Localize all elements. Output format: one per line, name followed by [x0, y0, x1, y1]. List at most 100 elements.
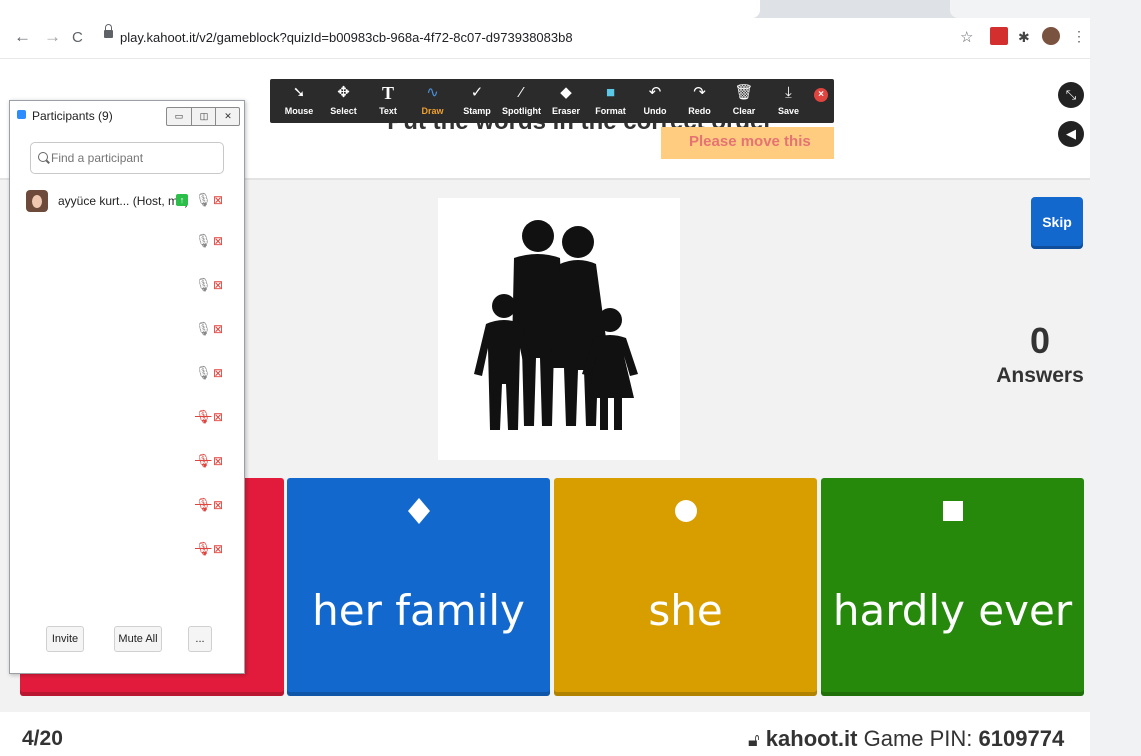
diamond-icon	[404, 496, 434, 526]
forward-icon[interactable]: →	[44, 27, 61, 47]
tool-text[interactable]: T Text	[367, 79, 409, 123]
close-icon[interactable]: ✕	[215, 108, 240, 125]
skip-button[interactable]: Skip	[1031, 197, 1083, 249]
tool-select[interactable]: ✥ Select	[323, 79, 365, 123]
pdf-extension-icon[interactable]	[990, 27, 1008, 45]
move-hint[interactable]: Please move this	[661, 127, 834, 159]
tool-redo[interactable]: ↷ Redo	[679, 79, 721, 123]
eraser-icon: ◆	[560, 84, 572, 101]
popout-icon[interactable]: ◫	[191, 108, 216, 125]
video-off-icon[interactable]: ⊠	[210, 234, 226, 250]
address-bar[interactable]: play.kahoot.it/v2/gameblock?quizId=b0098…	[120, 30, 573, 45]
microphone-muted-icon[interactable]: 🎙︎	[195, 409, 212, 427]
text-t-icon: T	[381, 83, 394, 103]
video-off-icon[interactable]: ⊠	[210, 454, 226, 470]
browser-toolbar: ← → C play.kahoot.it/v2/gameblock?quizId…	[0, 18, 1090, 59]
game-pin-info: 🔓︎ kahoot.it Game PIN: 6109774	[748, 726, 1064, 752]
share-screen-icon: ↑	[176, 194, 188, 206]
video-off-icon[interactable]: ⊠	[210, 498, 226, 514]
minimize-icon[interactable]: ▭	[167, 108, 191, 125]
tool-eraser[interactable]: ◆ Eraser	[545, 79, 587, 123]
tool-clear[interactable]: 🗑︎ Clear	[723, 79, 765, 123]
squiggle-icon: ∿	[426, 84, 439, 101]
participant-row[interactable]: 🎙︎ ⊠	[10, 537, 244, 565]
tool-spotlight[interactable]: ⁄ Spotlight	[501, 79, 543, 123]
answer-card-square[interactable]: hardly ever	[821, 478, 1084, 696]
video-off-icon[interactable]: ⊠	[210, 322, 226, 338]
answer-card-diamond[interactable]: her family	[287, 478, 550, 696]
zoom-icon	[17, 110, 26, 119]
browser-tab[interactable]	[0, 0, 760, 18]
search-icon	[38, 152, 48, 162]
pin-label: Game PIN:	[863, 726, 973, 751]
extensions-puzzle-icon[interactable]: ✱	[1018, 29, 1030, 46]
bookmark-star-icon[interactable]: ☆	[960, 28, 973, 46]
redo-icon: ↷	[693, 84, 706, 101]
undo-icon: ↶	[648, 84, 662, 101]
save-icon: ⤓	[785, 84, 792, 101]
padlock-icon: 🔓︎	[748, 730, 760, 750]
video-off-icon[interactable]: ⊠	[210, 366, 226, 382]
video-off-icon[interactable]: ⊠	[210, 542, 226, 558]
video-off-icon[interactable]: ⊠	[210, 278, 226, 294]
microphone-icon[interactable]: 🎙︎	[195, 321, 212, 339]
participant-name: ayyüce kurt... (Host, me)	[58, 194, 189, 208]
microphone-icon[interactable]: 🎙︎	[195, 365, 212, 383]
participant-row[interactable]: 🎙︎ ⊠	[10, 405, 244, 433]
tool-draw[interactable]: ∿ Draw	[412, 79, 454, 123]
tool-save[interactable]: ⤓ Save	[768, 79, 810, 123]
annotation-toolbar: × ➘ Mouse ✥ Select T Text ∿ Draw ✓ Stamp ⁄ Spotligh…	[270, 79, 834, 123]
move-arrows-icon: ✥	[337, 84, 350, 101]
tool-label: Save	[777, 106, 800, 116]
question-counter: 4/20	[22, 727, 63, 750]
microphone-muted-icon[interactable]: 🎙︎	[195, 497, 212, 515]
tool-undo[interactable]: ↶ Undo	[634, 79, 676, 123]
mute-all-button[interactable]: Mute All	[114, 626, 162, 652]
site-name: kahoot.it	[765, 726, 858, 751]
microphone-icon[interactable]: 🎙︎	[195, 192, 212, 210]
microphone-icon[interactable]: 🎙︎	[195, 233, 212, 251]
reload-icon[interactable]: C	[72, 29, 83, 46]
participant-row[interactable]: 🎙︎ ⊠	[10, 229, 244, 257]
answer-label: her family	[312, 586, 525, 635]
microphone-muted-icon[interactable]: 🎙︎	[195, 541, 212, 559]
profile-avatar[interactable]	[1042, 27, 1060, 45]
fullscreen-icon[interactable]: ⤡	[1058, 82, 1084, 108]
sound-icon[interactable]: ◀	[1058, 121, 1084, 147]
answers-count: 0	[1029, 320, 1051, 361]
more-options-button[interactable]: ...	[188, 626, 212, 652]
tool-stamp[interactable]: ✓ Stamp	[456, 79, 498, 123]
cursor-arrow-icon: ➘	[292, 84, 306, 101]
invite-button[interactable]: Invite	[46, 626, 84, 652]
browser-tab-inactive[interactable]	[950, 0, 1091, 18]
participant-row[interactable]: 🎙︎ ⊠	[10, 273, 244, 301]
circle-icon	[671, 496, 701, 526]
browser-menu-icon[interactable]: ⋮	[1072, 28, 1086, 45]
browser-tab-strip	[0, 0, 1141, 18]
video-off-icon[interactable]: ⊠	[210, 410, 226, 426]
microphone-muted-icon[interactable]: 🎙︎	[195, 453, 212, 471]
tool-mouse[interactable]: ➘ Mouse	[278, 79, 320, 123]
answer-label: she	[648, 586, 723, 635]
video-off-icon[interactable]: ⊠	[210, 193, 226, 209]
participant-row[interactable]: 🎙︎ ⊠	[10, 449, 244, 477]
hint-text: Please move this	[689, 133, 811, 150]
window-controls: ▭ ◫ ✕	[166, 107, 240, 126]
participant-row[interactable]: 🎙︎ ⊠	[10, 317, 244, 345]
participant-row[interactable]: 🎙︎ ⊠	[10, 493, 244, 521]
panel-title: Participants (9)	[17, 109, 113, 123]
question-image	[438, 198, 680, 460]
participant-search-input[interactable]	[30, 142, 224, 174]
answer-card-circle[interactable]: she	[554, 478, 817, 696]
square-icon	[938, 496, 968, 526]
lock-icon	[104, 24, 113, 38]
participant-row[interactable]: 🎙︎ ⊠	[10, 361, 244, 389]
participant-row-host[interactable]: ayyüce kurt... (Host, me) ↑ 🎙︎ ⊠	[10, 188, 244, 216]
microphone-icon[interactable]: 🎙︎	[195, 277, 212, 295]
tool-format[interactable]: ■ Format	[590, 79, 632, 123]
answer-label: hardly ever	[832, 586, 1073, 635]
close-icon[interactable]: ×	[814, 88, 828, 102]
checkmark-icon: ✓	[470, 84, 484, 101]
back-icon[interactable]: ←	[14, 27, 31, 47]
magic-wand-icon: ⁄	[520, 84, 523, 101]
